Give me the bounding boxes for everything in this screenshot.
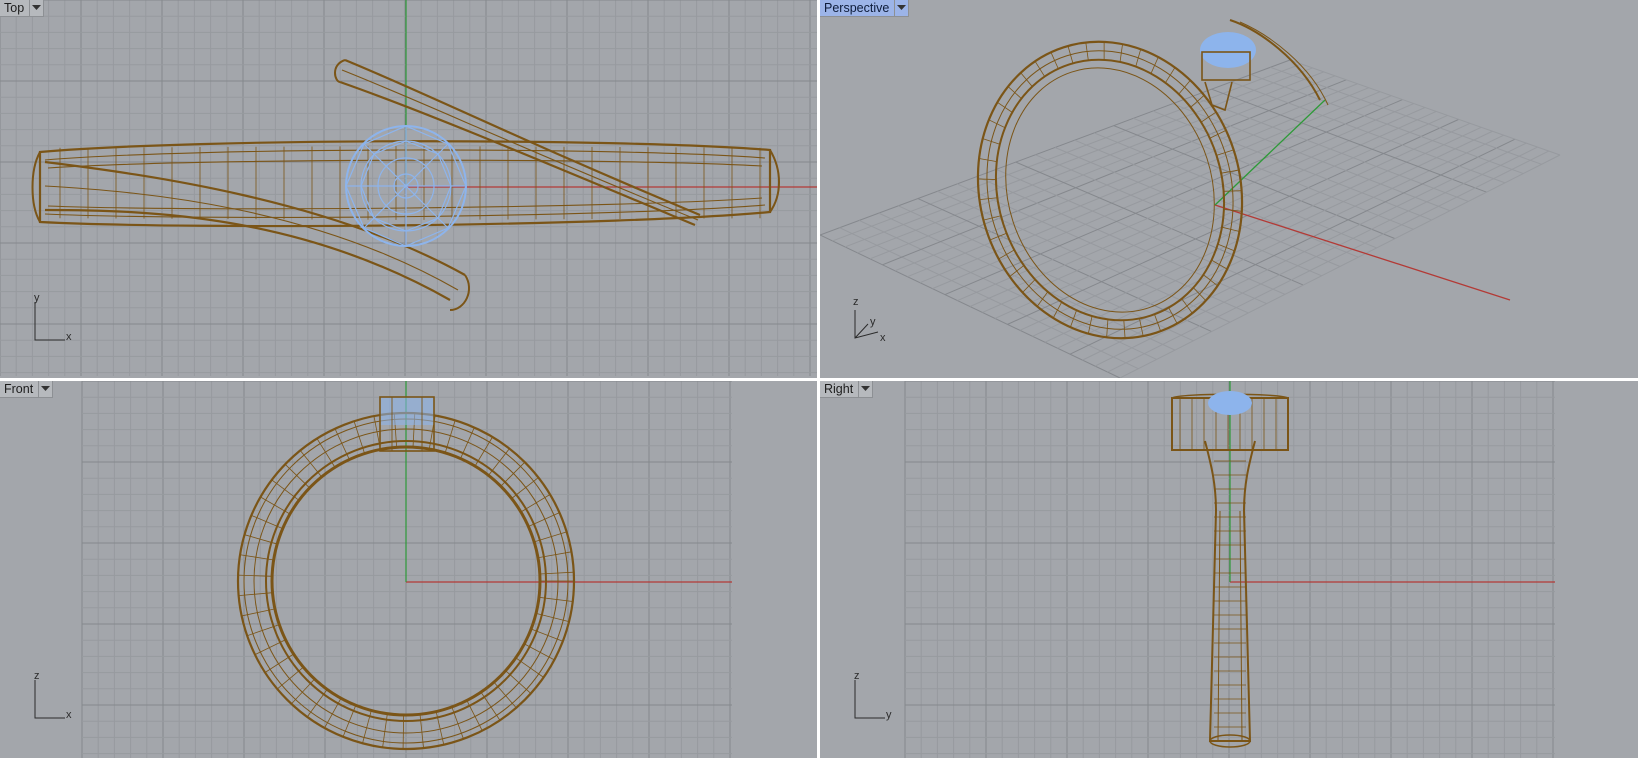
viewport-title: Perspective: [824, 1, 890, 15]
viewport-tab-top[interactable]: Top: [0, 0, 45, 17]
axis-label-a: z: [34, 670, 40, 682]
axis-indicator: y x: [30, 292, 90, 348]
chevron-down-icon[interactable]: [858, 381, 872, 397]
ring-wireframe-right: [1171, 391, 1289, 748]
axis-label-b: y: [886, 709, 892, 721]
viewport-title: Top: [4, 1, 25, 15]
viewport-front[interactable]: Front z x: [0, 381, 817, 758]
axis-label-b: y: [870, 316, 876, 328]
ring-wireframe-top: [31, 58, 780, 311]
axis-indicator: z x: [30, 670, 90, 726]
axis-label-b: x: [66, 709, 72, 721]
axis-label-a: z: [853, 296, 859, 308]
chevron-down-icon[interactable]: [29, 0, 43, 16]
viewport-right[interactable]: Right z y: [820, 381, 1638, 758]
viewport-perspective[interactable]: Perspective z y x: [820, 0, 1638, 378]
viewport-title: Front: [4, 382, 34, 396]
axis-indicator: z y: [850, 670, 910, 726]
viewport-tab-perspective[interactable]: Perspective: [820, 0, 910, 17]
axis-label-b: x: [66, 331, 72, 343]
viewport-tab-front[interactable]: Front: [0, 381, 54, 398]
ring-wireframe-perspective: [976, 19, 1329, 340]
axis-label-a: y: [34, 292, 40, 304]
viewport-title: Right: [824, 382, 854, 396]
axis-label-c: x: [880, 332, 886, 344]
axis-indicator: z y x: [850, 296, 910, 352]
viewport-tab-right[interactable]: Right: [820, 381, 874, 398]
viewport-top[interactable]: Top y x: [0, 0, 817, 378]
ring-wireframe-front: [236, 396, 576, 751]
chevron-down-icon[interactable]: [38, 381, 52, 397]
axis-label-a: z: [854, 670, 860, 682]
chevron-down-icon[interactable]: [894, 0, 908, 16]
